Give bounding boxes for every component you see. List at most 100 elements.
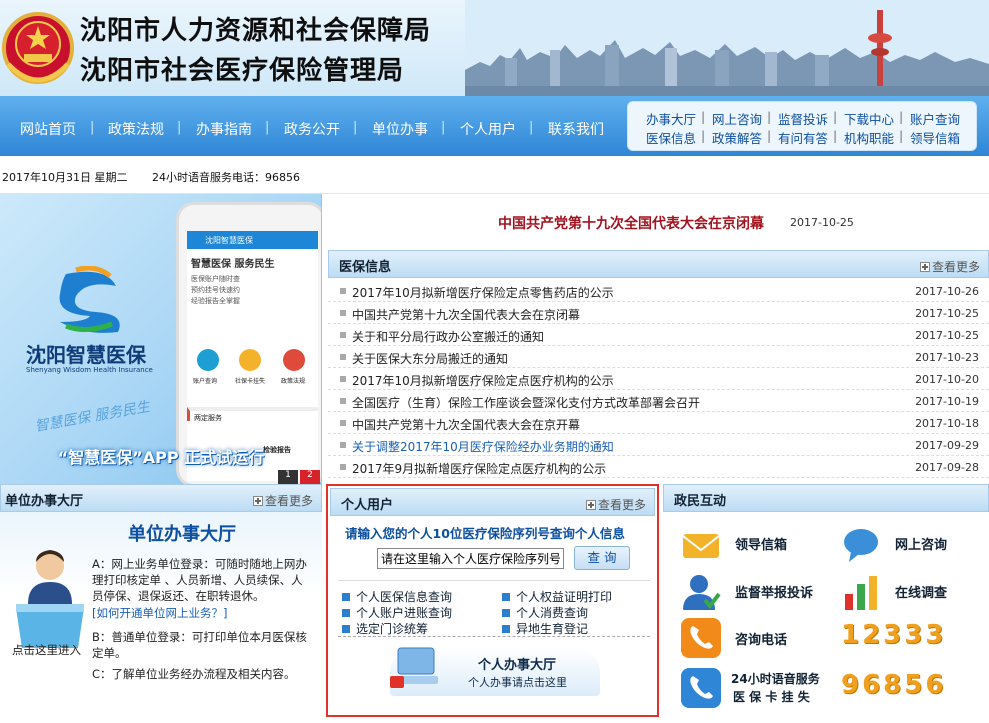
nav-personal[interactable]: 个人用户 — [460, 119, 516, 139]
quick-link-mailbox[interactable]: 领导信箱 — [910, 128, 960, 147]
phone-icon — [681, 618, 721, 658]
arrow-icon — [342, 625, 350, 633]
news-panel-header: 医保信息 查看更多 — [328, 250, 989, 278]
personal-link-income[interactable]: 个人账户进账查询 — [342, 604, 452, 621]
bullet-icon — [340, 398, 346, 404]
news-item[interactable]: 关于和平分局行政办公室搬迁的通知 2017-10-25 — [328, 324, 989, 346]
personal-link-maternity[interactable]: 异地生育登记 — [502, 620, 588, 637]
policy-icon — [283, 349, 305, 371]
bar-chart-icon — [845, 576, 877, 610]
site-title-line1: 沈阳市人力资源和社会保障局 — [80, 16, 432, 46]
news-item-title[interactable]: 中国共产党第十九次全国代表大会在京闭幕 — [352, 306, 580, 323]
news-item-title[interactable]: 关于和平分局行政办公室搬迁的通知 — [352, 328, 544, 345]
slide-page-2[interactable]: 2 — [300, 470, 320, 484]
news-item[interactable]: 关于医保大东分局搬迁的通知 2017-10-23 — [328, 346, 989, 368]
quick-sep: | — [833, 109, 838, 124]
quick-link-qa[interactable]: 有问有答 — [778, 128, 828, 147]
nav-public-affairs[interactable]: 政务公开 — [284, 119, 340, 139]
quick-link-policy-faq[interactable]: 政策解答 — [712, 128, 762, 147]
quick-sep: | — [701, 109, 706, 124]
quick-link-download[interactable]: 下载中心 — [844, 109, 894, 128]
nav-separator: | — [441, 120, 446, 135]
current-date: 2017年10月31日 星期二 — [2, 171, 128, 184]
news-item[interactable]: 2017年9月拟新增医疗保险定点医疗机构的公示 2017-09-28 — [328, 456, 989, 478]
headline-title[interactable]: 中国共产党第十九次全国代表大会在京闭幕 — [498, 213, 764, 233]
query-button[interactable]: 查 询 — [574, 546, 630, 570]
phone-bullet: 经验报告全掌握 — [191, 297, 240, 305]
nav-unit[interactable]: 单位办事 — [372, 119, 428, 139]
phone-app-bar: 沈阳智慧医保 — [187, 231, 318, 249]
computer-icon — [390, 647, 438, 688]
insurance-serial-input[interactable] — [377, 548, 564, 569]
gov-interaction-panel: 政民互动 领导信箱 网上咨询 监督举报投诉 在线调查 咨询电话 12333 24… — [663, 484, 989, 723]
bullet-icon — [340, 332, 346, 338]
gov-leader-mailbox[interactable]: 领导信箱 — [735, 534, 787, 553]
unit-enter-link[interactable]: 点击这里进入 — [12, 642, 81, 658]
unit-more-link[interactable]: 查看更多 — [252, 492, 313, 509]
unit-para-b: B：普通单位登录：可打印单位本月医保核定单。 — [92, 630, 307, 660]
personal-link-proof[interactable]: 个人权益证明打印 — [502, 588, 612, 605]
personal-user-panel: 个人用户 查看更多 请输入您的个人10位医疗保险序列号查询个人信息 查 询 个人… — [326, 484, 659, 717]
arrow-icon — [342, 609, 350, 617]
personal-query-prompt: 请输入您的个人10位医疗保险序列号查询个人信息 — [345, 526, 625, 541]
personal-link-clinic[interactable]: 选定门诊统筹 — [342, 620, 428, 637]
news-item[interactable]: 2017年10月拟新增医疗保险定点医疗机构的公示 2017-10-20 — [328, 368, 989, 390]
news-item-title[interactable]: 全国医疗（生育）保险工作座谈会暨深化支付方式改革部署会召开 — [352, 394, 700, 411]
phone-icon-label: 账户查询 — [193, 378, 218, 385]
nav-contact[interactable]: 联系我们 — [548, 119, 604, 139]
news-item-title[interactable]: 中国共产党第十九次全国代表大会在京开幕 — [352, 416, 580, 433]
nav-separator: | — [529, 120, 534, 135]
nav-separator: | — [265, 120, 270, 135]
news-item-title[interactable]: 2017年10月拟新增医疗保险定点医疗机构的公示 — [352, 372, 614, 389]
hotline-number-12333: 12333 — [841, 620, 947, 650]
quick-links-panel: 办事大厅 | 网上咨询 | 监督投诉 | 下载中心 | 账户查询 医保信息 | … — [627, 101, 977, 151]
personal-more-link[interactable]: 查看更多 — [585, 496, 646, 513]
news-item[interactable]: 全国医疗（生育）保险工作座谈会暨深化支付方式改革部署会召开 2017-10-19 — [328, 390, 989, 412]
news-more-link[interactable]: 查看更多 — [919, 258, 980, 275]
service-staff-icon — [16, 550, 84, 648]
phone-section: 两定服务 — [187, 407, 318, 422]
nav-guide[interactable]: 办事指南 — [196, 119, 252, 139]
app-promo-banner[interactable]: 沈阳智慧医保 Shenyang Wisdom Health Insurance … — [0, 194, 322, 484]
quick-link-account[interactable]: 账户查询 — [910, 109, 960, 128]
news-item-title[interactable]: 关于医保大东分局搬迁的通知 — [352, 350, 508, 367]
quick-sep: | — [899, 128, 904, 143]
gov-report-complaint[interactable]: 监督举报投诉 — [735, 582, 813, 601]
hotline-phone-icon — [681, 668, 721, 708]
news-item-title[interactable]: 2017年10月拟新增医疗保险定点零售药店的公示 — [352, 284, 614, 301]
bullet-icon — [340, 310, 346, 316]
nav-separator: | — [353, 120, 358, 135]
news-item[interactable]: 关于调整2017年10月医疗保险经办业务期的通知 2017-09-29 — [328, 434, 989, 456]
personal-link-spending[interactable]: 个人消费查询 — [502, 604, 588, 621]
gov-title: 政民互动 — [674, 494, 727, 509]
quick-link-complaint[interactable]: 监督投诉 — [778, 109, 828, 128]
news-item-date: 2017-10-25 — [915, 307, 979, 320]
divider — [338, 580, 650, 581]
bullet-icon — [340, 288, 346, 294]
headline-box: 中国共产党第十九次全国代表大会在京闭幕 2017-10-25 — [328, 194, 989, 250]
quick-link-news[interactable]: 医保信息 — [646, 128, 696, 147]
gov-online-consult[interactable]: 网上咨询 — [895, 534, 947, 553]
nav-policy[interactable]: 政策法规 — [108, 119, 164, 139]
quick-link-hall[interactable]: 办事大厅 — [646, 109, 696, 128]
news-item-title[interactable]: 2017年9月拟新增医疗保险定点医疗机构的公示 — [352, 460, 606, 477]
slide-page-1[interactable]: 1 — [278, 470, 298, 484]
news-item[interactable]: 2017年10月拟新增医疗保险定点零售药店的公示 2017-10-26 — [328, 280, 989, 302]
nav-home[interactable]: 网站首页 — [20, 119, 76, 139]
news-item[interactable]: 中国共产党第十九次全国代表大会在京开幕 2017-10-18 — [328, 412, 989, 434]
quick-link-consult[interactable]: 网上咨询 — [712, 109, 762, 128]
personal-link-info[interactable]: 个人医保信息查询 — [342, 588, 452, 605]
quick-sep: | — [899, 109, 904, 124]
gov-consult-phone[interactable]: 咨询电话 — [735, 629, 787, 648]
unit-how-to-link[interactable]: [如何开通单位网上业务？] — [92, 605, 227, 621]
personal-hall-button[interactable]: 个人办事大厅 个人办事请点击这里 — [390, 647, 600, 696]
gov-online-survey[interactable]: 在线调查 — [895, 582, 947, 601]
site-title-line2: 沈阳市社会医疗保险管理局 — [80, 56, 405, 86]
quick-link-functions[interactable]: 机构职能 — [844, 128, 894, 147]
headline-date: 2017-10-25 — [790, 216, 854, 229]
arrow-icon — [502, 593, 510, 601]
news-item-title[interactable]: 关于调整2017年10月医疗保险经办业务期的通知 — [352, 438, 614, 455]
phone-bullet: 预约挂号快速约 — [191, 286, 240, 294]
quick-sep: | — [767, 128, 772, 143]
news-item[interactable]: 中国共产党第十九次全国代表大会在京闭幕 2017-10-25 — [328, 302, 989, 324]
